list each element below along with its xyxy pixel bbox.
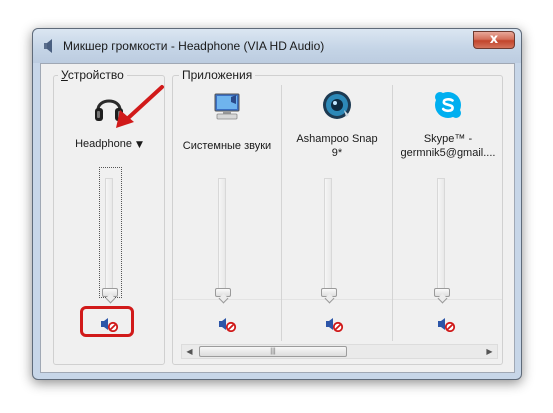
device-volume-thumb[interactable] — [102, 288, 118, 297]
system-sounds-icon — [214, 93, 240, 120]
device-selector[interactable]: Headphone ▼ — [54, 137, 164, 152]
channel-mute-icon[interactable] — [324, 316, 344, 332]
channel-name: Skype™ - germnik5@gmail.... — [400, 133, 496, 159]
channel-volume-track[interactable] — [324, 178, 332, 294]
skype-icon — [435, 92, 461, 118]
window-title: Микшер громкости - Headphone (VIA HD Aud… — [63, 39, 325, 53]
channel-skype: Skype™ - germnik5@gmail.... — [393, 76, 503, 364]
channel-mute-icon[interactable] — [217, 316, 237, 332]
speaker-icon — [44, 39, 52, 53]
channel-name: Ashampoo Snap 9* — [296, 133, 378, 159]
channel-mute-icon[interactable] — [436, 316, 456, 332]
close-button[interactable]: x — [473, 31, 515, 49]
channel-ashampoo-snap: Ashampoo Snap 9* — [282, 76, 392, 364]
channel-volume-thumb[interactable] — [215, 288, 231, 297]
channel-name: Системные звуки — [182, 140, 272, 152]
horizontal-scrollbar[interactable]: ◀ ||| ▶ — [181, 344, 498, 359]
dropdown-arrow-icon: ▼ — [135, 140, 143, 150]
channel-volume-track[interactable] — [437, 178, 445, 294]
channel-volume-thumb[interactable] — [321, 288, 337, 297]
annotation-arrow-icon — [116, 85, 164, 128]
device-group-label: Устройство — [58, 68, 127, 82]
device-name: Headphone — [75, 138, 132, 150]
scrollbar-thumb[interactable]: ||| — [199, 346, 347, 357]
apps-group: Приложения Системные звуки Ashampoo Snap… — [172, 68, 503, 365]
title-bar[interactable]: Микшер громкости - Headphone (VIA HD Aud… — [33, 29, 521, 63]
scroll-right-arrow-icon[interactable]: ▶ — [482, 345, 497, 358]
channel-volume-thumb[interactable] — [434, 288, 450, 297]
channel-volume-track[interactable] — [218, 178, 226, 294]
ashampoo-snap-icon — [323, 91, 351, 119]
device-volume-track[interactable] — [105, 178, 113, 294]
scroll-left-arrow-icon[interactable]: ◀ — [182, 345, 197, 358]
channel-system-sounds: Системные звуки — [173, 76, 281, 364]
annotation-highlight-box — [80, 306, 134, 337]
